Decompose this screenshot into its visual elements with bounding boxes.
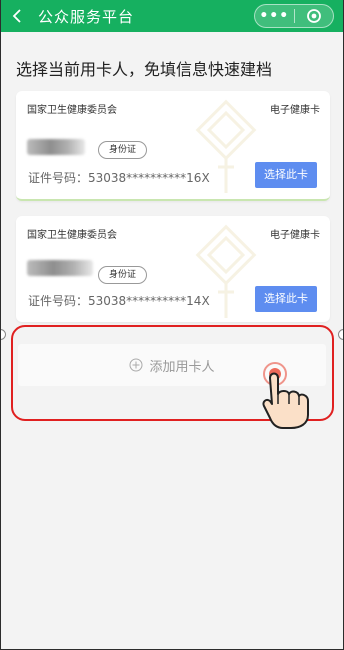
id-number: 证件号码：53038**********16X xyxy=(28,171,210,185)
pointing-hand-icon xyxy=(262,362,309,429)
select-cardholder-prompt: 选择当前用卡人，免填信息快速建档 xyxy=(16,60,273,79)
select-card-button[interactable]: 选择此卡 xyxy=(255,162,317,188)
card-type: 电子健康卡 xyxy=(270,105,320,116)
health-card[interactable]: 国家卫生健康委员会 电子健康卡 身份证 证件号码：53038**********… xyxy=(16,216,330,322)
plus-circle-icon xyxy=(129,358,143,372)
id-type-badge: 身份证 xyxy=(98,266,148,284)
id-number: 证件号码：53038**********14X xyxy=(28,294,210,308)
select-card-button[interactable]: 选择此卡 xyxy=(255,286,317,312)
resize-handle-left xyxy=(0,329,6,340)
close-miniprogram-icon[interactable] xyxy=(294,5,333,27)
miniprogram-capsule: ••• xyxy=(254,4,334,28)
card-issuer: 国家卫生健康委员会 xyxy=(27,230,117,241)
card-type: 电子健康卡 xyxy=(270,230,320,241)
back-chevron-icon[interactable] xyxy=(12,9,22,23)
card-issuer: 国家卫生健康委员会 xyxy=(27,105,117,116)
health-card[interactable]: 国家卫生健康委员会 电子健康卡 身份证 证件号码：53038**********… xyxy=(16,91,330,201)
nav-bar: 公众服务平台 ••• xyxy=(0,0,344,32)
blurred-name xyxy=(27,139,85,155)
page-title: 公众服务平台 xyxy=(38,8,135,26)
more-icon[interactable]: ••• xyxy=(255,5,294,27)
blurred-name xyxy=(27,260,93,276)
add-cardholder-label: 添加用卡人 xyxy=(149,359,215,375)
id-type-badge: 身份证 xyxy=(98,141,148,159)
resize-handle-right xyxy=(338,329,344,340)
